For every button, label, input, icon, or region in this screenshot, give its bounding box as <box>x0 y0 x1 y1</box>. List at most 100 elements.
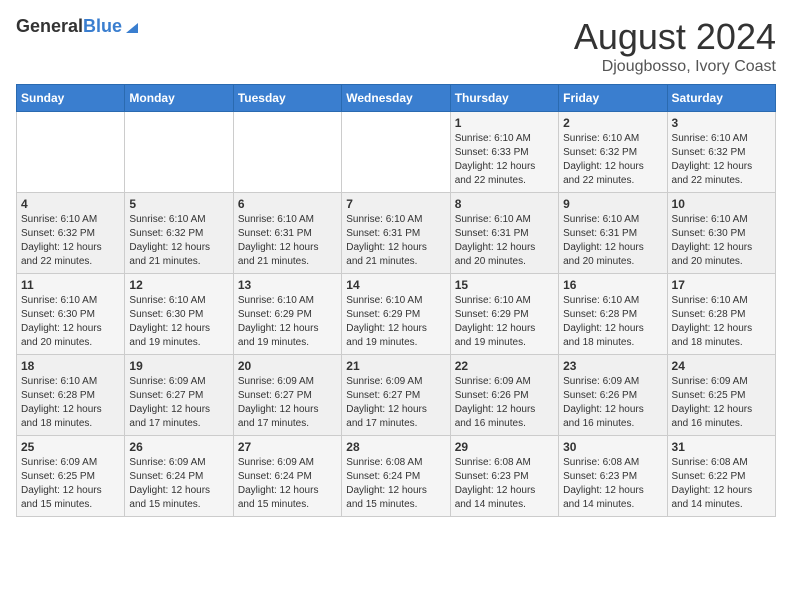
calendar-cell: 14 Sunrise: 6:10 AM Sunset: 6:29 PM Dayli… <box>342 274 450 355</box>
day-info: Sunrise: 6:10 AM Sunset: 6:30 PM Dayligh… <box>672 213 771 269</box>
day-info: Sunrise: 6:08 AM Sunset: 6:23 PM Dayligh… <box>455 456 554 512</box>
calendar-cell: 11Sunrise: 6:10 AM Sunset: 6:30 PM Dayli… <box>17 274 125 355</box>
page-title: August 2024 <box>574 16 776 58</box>
day-info: Sunrise: 6:09 AM Sunset: 6:27 PM Dayligh… <box>129 375 228 431</box>
day-number: 12 <box>129 278 228 292</box>
calendar-cell: 4 Sunrise: 6:10 AM Sunset: 6:32 PM Daylig… <box>17 193 125 274</box>
calendar-cell <box>342 112 450 193</box>
day-number: 13 <box>238 278 337 292</box>
day-info: Sunrise: 6:10 AM Sunset: 6:32 PM Dayligh… <box>672 132 771 188</box>
calendar-header-row: SundayMondayTuesdayWednesdayThursdayFrid… <box>17 85 776 112</box>
day-info: Sunrise: 6:10 AM Sunset: 6:29 PM Dayligh… <box>455 294 554 350</box>
header-friday: Friday <box>559 85 667 112</box>
day-number: 24 <box>672 359 771 373</box>
day-number: 9 <box>563 197 662 211</box>
page-header: General Blue August 2024 Djougbosso, Ivo… <box>16 16 776 76</box>
day-number: 29 <box>455 440 554 454</box>
calendar-week-row: 4 Sunrise: 6:10 AM Sunset: 6:32 PM Daylig… <box>17 193 776 274</box>
calendar-cell: 19Sunrise: 6:09 AM Sunset: 6:27 PM Dayli… <box>125 355 233 436</box>
page-subtitle: Djougbosso, Ivory Coast <box>574 58 776 76</box>
calendar-week-row: 1 Sunrise: 6:10 AM Sunset: 6:33 PM Daylig… <box>17 112 776 193</box>
day-number: 21 <box>346 359 445 373</box>
day-info: Sunrise: 6:10 AM Sunset: 6:28 PM Dayligh… <box>563 294 662 350</box>
day-info: Sunrise: 6:10 AM Sunset: 6:30 PM Dayligh… <box>21 294 120 350</box>
header-saturday: Saturday <box>667 85 775 112</box>
day-number: 31 <box>672 440 771 454</box>
day-info: Sunrise: 6:10 AM Sunset: 6:33 PM Dayligh… <box>455 132 554 188</box>
day-info: Sunrise: 6:09 AM Sunset: 6:26 PM Dayligh… <box>455 375 554 431</box>
day-info: Sunrise: 6:09 AM Sunset: 6:24 PM Dayligh… <box>238 456 337 512</box>
day-info: Sunrise: 6:09 AM Sunset: 6:27 PM Dayligh… <box>346 375 445 431</box>
day-info: Sunrise: 6:10 AM Sunset: 6:29 PM Dayligh… <box>346 294 445 350</box>
header-monday: Monday <box>125 85 233 112</box>
day-info: Sunrise: 6:10 AM Sunset: 6:28 PM Dayligh… <box>21 375 120 431</box>
calendar-cell: 17 Sunrise: 6:10 AM Sunset: 6:28 PM Dayli… <box>667 274 775 355</box>
calendar-cell <box>17 112 125 193</box>
calendar-week-row: 11Sunrise: 6:10 AM Sunset: 6:30 PM Dayli… <box>17 274 776 355</box>
header-sunday: Sunday <box>17 85 125 112</box>
day-number: 30 <box>563 440 662 454</box>
calendar-cell: 28 Sunrise: 6:08 AM Sunset: 6:24 PM Dayli… <box>342 436 450 517</box>
calendar-cell: 8 Sunrise: 6:10 AM Sunset: 6:31 PM Daylig… <box>450 193 558 274</box>
calendar-cell: 29 Sunrise: 6:08 AM Sunset: 6:23 PM Dayli… <box>450 436 558 517</box>
calendar-cell: 30Sunrise: 6:08 AM Sunset: 6:23 PM Dayli… <box>559 436 667 517</box>
calendar-cell: 20 Sunrise: 6:09 AM Sunset: 6:27 PM Dayli… <box>233 355 341 436</box>
day-number: 14 <box>346 278 445 292</box>
day-number: 18 <box>21 359 120 373</box>
calendar-cell: 26Sunrise: 6:09 AM Sunset: 6:24 PM Dayli… <box>125 436 233 517</box>
day-number: 1 <box>455 116 554 130</box>
calendar-cell: 15Sunrise: 6:10 AM Sunset: 6:29 PM Dayli… <box>450 274 558 355</box>
day-info: Sunrise: 6:10 AM Sunset: 6:32 PM Dayligh… <box>21 213 120 269</box>
day-info: Sunrise: 6:10 AM Sunset: 6:28 PM Dayligh… <box>672 294 771 350</box>
calendar-cell: 27 Sunrise: 6:09 AM Sunset: 6:24 PM Dayli… <box>233 436 341 517</box>
day-number: 26 <box>129 440 228 454</box>
logo-icon <box>124 19 138 33</box>
day-info: Sunrise: 6:08 AM Sunset: 6:24 PM Dayligh… <box>346 456 445 512</box>
calendar-cell: 2Sunrise: 6:10 AM Sunset: 6:32 PM Daylig… <box>559 112 667 193</box>
calendar-cell: 12Sunrise: 6:10 AM Sunset: 6:30 PM Dayli… <box>125 274 233 355</box>
day-number: 8 <box>455 197 554 211</box>
day-number: 7 <box>346 197 445 211</box>
calendar-cell: 6Sunrise: 6:10 AM Sunset: 6:31 PM Daylig… <box>233 193 341 274</box>
day-number: 6 <box>238 197 337 211</box>
header-tuesday: Tuesday <box>233 85 341 112</box>
day-number: 4 <box>21 197 120 211</box>
day-number: 22 <box>455 359 554 373</box>
calendar-cell <box>125 112 233 193</box>
calendar-cell: 22 Sunrise: 6:09 AM Sunset: 6:26 PM Dayli… <box>450 355 558 436</box>
day-info: Sunrise: 6:08 AM Sunset: 6:22 PM Dayligh… <box>672 456 771 512</box>
logo-general-text: General <box>16 16 83 37</box>
calendar-week-row: 18 Sunrise: 6:10 AM Sunset: 6:28 PM Dayli… <box>17 355 776 436</box>
day-info: Sunrise: 6:09 AM Sunset: 6:25 PM Dayligh… <box>21 456 120 512</box>
calendar-cell: 21 Sunrise: 6:09 AM Sunset: 6:27 PM Dayli… <box>342 355 450 436</box>
day-number: 27 <box>238 440 337 454</box>
header-thursday: Thursday <box>450 85 558 112</box>
day-info: Sunrise: 6:10 AM Sunset: 6:29 PM Dayligh… <box>238 294 337 350</box>
calendar-cell: 18 Sunrise: 6:10 AM Sunset: 6:28 PM Dayli… <box>17 355 125 436</box>
day-info: Sunrise: 6:09 AM Sunset: 6:26 PM Dayligh… <box>563 375 662 431</box>
calendar-cell: 25Sunrise: 6:09 AM Sunset: 6:25 PM Dayli… <box>17 436 125 517</box>
calendar-cell: 9Sunrise: 6:10 AM Sunset: 6:31 PM Daylig… <box>559 193 667 274</box>
day-number: 17 <box>672 278 771 292</box>
day-info: Sunrise: 6:09 AM Sunset: 6:25 PM Dayligh… <box>672 375 771 431</box>
calendar-cell: 16Sunrise: 6:10 AM Sunset: 6:28 PM Dayli… <box>559 274 667 355</box>
day-number: 10 <box>672 197 771 211</box>
calendar-cell: 31 Sunrise: 6:08 AM Sunset: 6:22 PM Dayli… <box>667 436 775 517</box>
calendar-cell: 23 Sunrise: 6:09 AM Sunset: 6:26 PM Dayli… <box>559 355 667 436</box>
day-number: 20 <box>238 359 337 373</box>
calendar-cell: 5Sunrise: 6:10 AM Sunset: 6:32 PM Daylig… <box>125 193 233 274</box>
day-info: Sunrise: 6:10 AM Sunset: 6:31 PM Dayligh… <box>455 213 554 269</box>
day-number: 28 <box>346 440 445 454</box>
day-info: Sunrise: 6:09 AM Sunset: 6:27 PM Dayligh… <box>238 375 337 431</box>
day-number: 23 <box>563 359 662 373</box>
calendar-cell: 13 Sunrise: 6:10 AM Sunset: 6:29 PM Dayli… <box>233 274 341 355</box>
calendar-cell <box>233 112 341 193</box>
logo: General Blue <box>16 16 138 37</box>
calendar-cell: 10 Sunrise: 6:10 AM Sunset: 6:30 PM Dayli… <box>667 193 775 274</box>
day-info: Sunrise: 6:10 AM Sunset: 6:32 PM Dayligh… <box>129 213 228 269</box>
calendar-cell: 24 Sunrise: 6:09 AM Sunset: 6:25 PM Dayli… <box>667 355 775 436</box>
day-number: 2 <box>563 116 662 130</box>
calendar-cell: 1 Sunrise: 6:10 AM Sunset: 6:33 PM Daylig… <box>450 112 558 193</box>
calendar-cell: 7Sunrise: 6:10 AM Sunset: 6:31 PM Daylig… <box>342 193 450 274</box>
logo-blue-text: Blue <box>83 16 122 37</box>
